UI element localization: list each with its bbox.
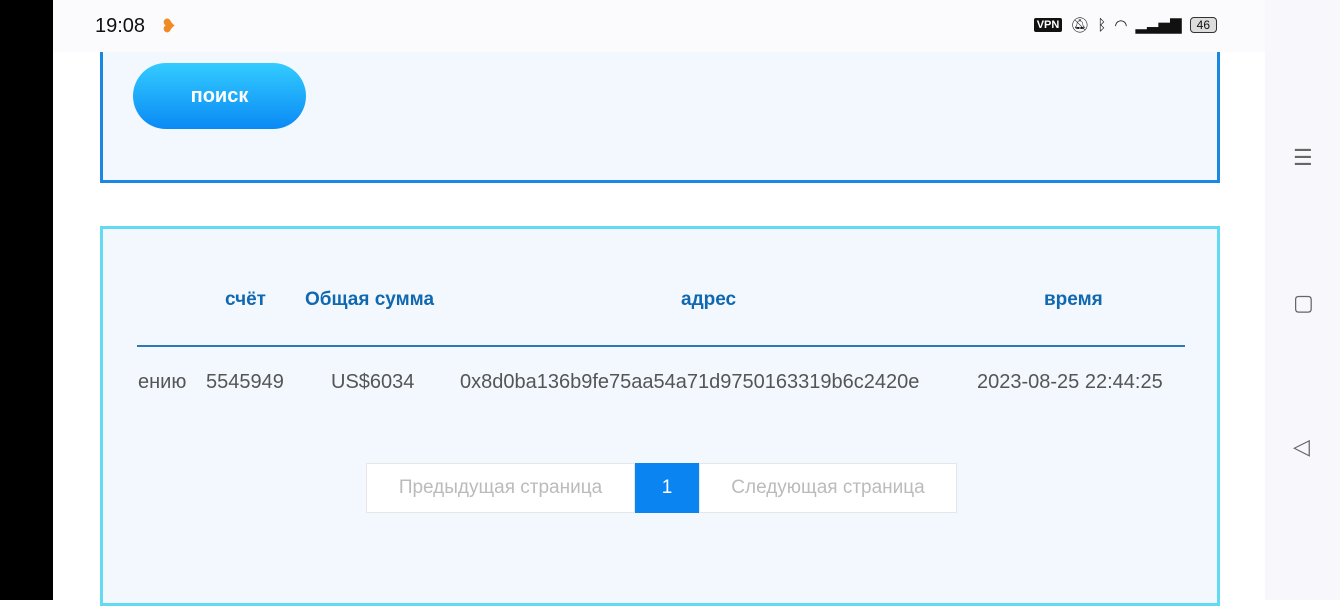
wifi-icon: ◠ [1114, 17, 1128, 34]
bluetooth-icon: ᛒ [1097, 16, 1107, 34]
header-divider [137, 345, 1185, 347]
status-bar: 19:08 ❥ VPN 🔕︎ ᛒ ◠ ▂▃▅▇ 46 [53, 0, 1265, 52]
status-time: 19:08 [95, 15, 146, 37]
header-time: время [1044, 289, 1103, 310]
cell-time: 2023-08-25 22:44:25 [977, 371, 1163, 393]
app-notification-icon: ❥ [161, 16, 177, 36]
search-panel: поиск [100, 52, 1220, 183]
left-edge [0, 0, 53, 600]
cell-prefix: ению [138, 371, 187, 393]
header-total: Общая сумма [305, 289, 435, 310]
header-account: счёт [225, 289, 266, 310]
results-panel: счёт Общая сумма адрес время ению 554594… [100, 226, 1220, 606]
header-address: адрес [681, 289, 737, 310]
back-triangle-icon[interactable]: ◁ [1293, 434, 1310, 460]
signal-icon: ▂▃▅▇ [1135, 17, 1182, 34]
prev-page-button[interactable]: Предыдущая страница [366, 463, 635, 513]
cell-account: 5545949 [206, 371, 284, 393]
home-square-icon[interactable]: ▢ [1293, 290, 1314, 316]
pagination: Предыдущая страница 1 Следующая страница [366, 463, 957, 513]
cell-address: 0x8d0ba136b9fe75aa54a71d9750163319b6c242… [460, 371, 920, 393]
page-1-button[interactable]: 1 [635, 463, 699, 513]
search-button[interactable]: поиск [133, 63, 306, 129]
menu-icon[interactable]: ☰ [1293, 145, 1313, 171]
vpn-icon: VPN [1033, 18, 1063, 32]
mute-icon: 🔕︎ [1070, 17, 1090, 34]
next-page-button[interactable]: Следующая страница [699, 463, 957, 513]
battery-icon: 46 [1189, 17, 1217, 33]
cell-total: US$6034 [331, 371, 415, 393]
